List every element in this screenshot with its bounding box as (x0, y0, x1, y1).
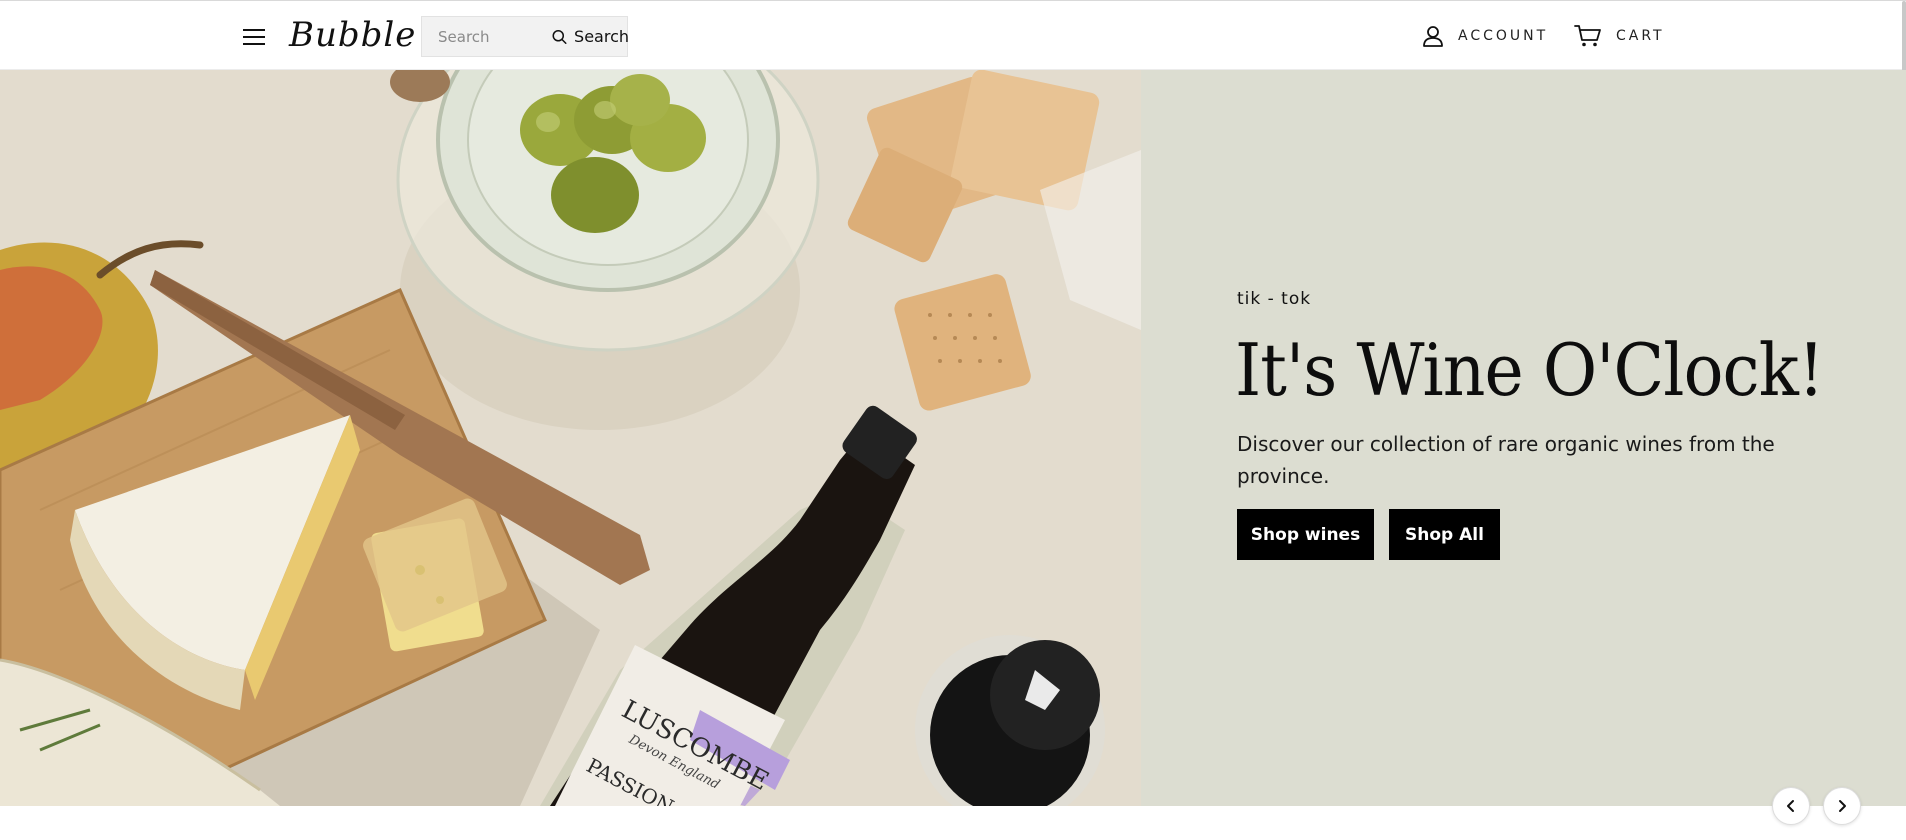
hamburger-menu-icon[interactable] (240, 25, 270, 49)
account-link[interactable]: ACCOUNT (1422, 21, 1548, 51)
slider-prev-button[interactable] (1772, 787, 1810, 825)
search-button-label: Search (574, 27, 629, 46)
hero-image: LUSCOMBE Devon England PASSION (0, 70, 1141, 806)
site-header: Bubble Search ACCOUNT CART (0, 0, 1906, 91)
search-bar: Search (421, 16, 629, 57)
cart-label: CART (1616, 28, 1665, 44)
shop-wines-button[interactable]: Shop wines (1237, 509, 1374, 560)
slider-next-button[interactable] (1823, 787, 1861, 825)
chevron-right-icon (1839, 800, 1846, 812)
hero-eyebrow: tik - tok (1237, 289, 1312, 309)
cart-link[interactable]: CART (1574, 21, 1665, 51)
hero-panel: tik - tok It's Wine O'Clock! Discover ou… (1141, 70, 1906, 806)
hero-title: It's Wine O'Clock! (1235, 328, 1825, 412)
user-icon (1423, 26, 1443, 47)
site-logo[interactable]: Bubble (289, 13, 416, 57)
search-button[interactable]: Search (530, 17, 629, 56)
hero-subtitle: Discover our collection of rare organic … (1237, 432, 1775, 488)
search-input[interactable] (422, 17, 530, 56)
shop-all-button[interactable]: Shop All (1389, 509, 1500, 560)
search-icon (552, 29, 567, 44)
account-label: ACCOUNT (1458, 28, 1549, 44)
chevron-left-icon (1787, 800, 1794, 812)
cart-icon (1574, 25, 1601, 47)
